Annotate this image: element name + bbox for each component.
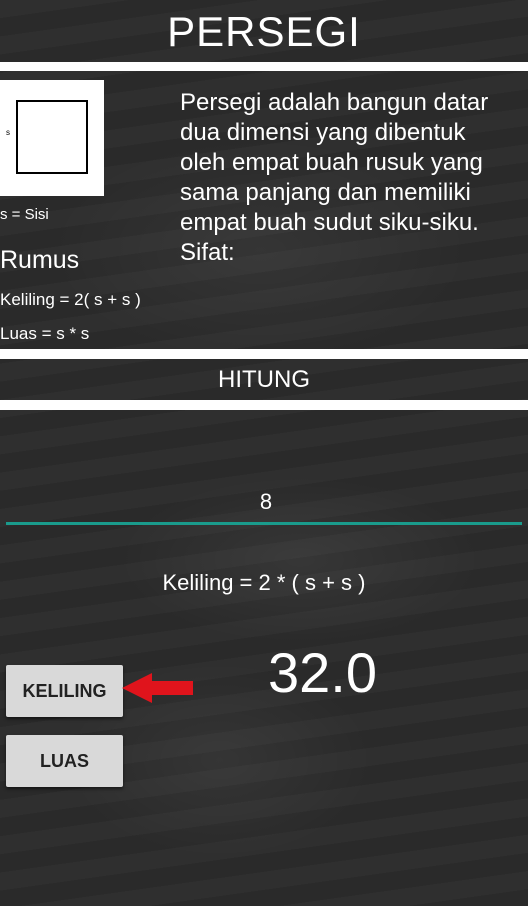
top-divider xyxy=(0,62,528,71)
side-legend: s = Sisi xyxy=(0,206,49,223)
section-divider-bottom xyxy=(0,400,528,410)
description-text: Persegi adalah bangun datar dua dimensi … xyxy=(180,89,489,266)
page-title: PERSEGI xyxy=(167,8,361,55)
luas-formula: Luas = s * s xyxy=(0,324,90,343)
hitung-label: HITUNG xyxy=(218,366,310,393)
section-divider-top xyxy=(0,349,528,359)
description-scroll[interactable]: Persegi adalah bangun datar dua dimensi … xyxy=(180,88,500,276)
square-shape xyxy=(16,100,88,174)
side-label: s xyxy=(6,128,10,137)
result-value: 32.0 xyxy=(268,641,377,704)
luas-button[interactable]: LUAS xyxy=(6,735,123,787)
square-diagram: s xyxy=(0,80,104,196)
red-arrow-icon xyxy=(122,673,193,703)
keliling-button[interactable]: KELILING xyxy=(6,665,123,717)
input-underline xyxy=(6,522,522,525)
side-input[interactable] xyxy=(6,488,526,516)
keliling-formula: Keliling = 2( s + s ) xyxy=(0,290,141,309)
rumus-heading: Rumus xyxy=(0,246,80,274)
result-formula: Keliling = 2 * ( s + s ) xyxy=(162,570,366,595)
